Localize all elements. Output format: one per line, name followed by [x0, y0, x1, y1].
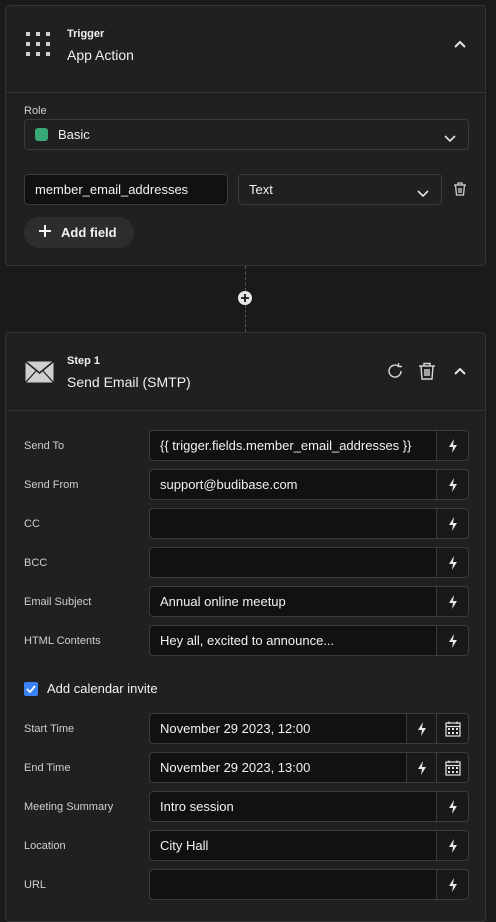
- bcc-field: [149, 547, 469, 578]
- trigger-card: Trigger App Action Role Basic member_ema…: [5, 5, 486, 266]
- trigger-header[interactable]: Trigger App Action: [6, 6, 485, 93]
- bcc-label: BCC: [24, 557, 48, 569]
- flow-connector-bottom: [245, 305, 246, 332]
- cc-label: CC: [24, 518, 40, 530]
- url-input[interactable]: [149, 869, 437, 900]
- meeting-summary-input[interactable]: Intro session: [149, 791, 437, 822]
- calendar-icon[interactable]: [437, 752, 469, 783]
- lightning-bolt-icon[interactable]: [437, 830, 469, 861]
- trigger-kicker: Trigger: [67, 28, 105, 40]
- field-type-value: Text: [249, 182, 273, 197]
- chevron-down-icon: [417, 186, 429, 201]
- role-label: Role: [24, 105, 47, 117]
- location-label: Location: [24, 840, 66, 852]
- lightning-bolt-icon[interactable]: [437, 586, 469, 617]
- html-contents-input[interactable]: Hey all, excited to announce...: [149, 625, 437, 656]
- bcc-input[interactable]: [149, 547, 437, 578]
- field-name-input[interactable]: member_email_addresses: [24, 174, 228, 205]
- email-subject-label: Email Subject: [24, 596, 92, 608]
- add-field-label: Add field: [61, 225, 117, 240]
- html-contents-field: Hey all, excited to announce...: [149, 625, 469, 656]
- add-field-button[interactable]: Add field: [24, 217, 134, 248]
- end-time-label: End Time: [24, 762, 71, 774]
- grid-dots-icon: [26, 32, 50, 63]
- calendar-invite-checkbox[interactable]: [24, 682, 38, 696]
- url-label: URL: [24, 879, 47, 891]
- calendar-icon[interactable]: [437, 713, 469, 744]
- end-time-input[interactable]: November 29 2023, 13:00: [149, 752, 407, 783]
- mail-icon: [24, 360, 55, 388]
- refresh-icon[interactable]: [383, 359, 407, 383]
- field-type-select[interactable]: Text: [238, 174, 442, 205]
- meeting-summary-label: Meeting Summary: [24, 801, 114, 813]
- lightning-bolt-icon[interactable]: [437, 547, 469, 578]
- role-select[interactable]: Basic: [24, 119, 469, 150]
- collapse-chevron-icon[interactable]: [448, 32, 472, 56]
- step-header[interactable]: Step 1 Send Email (SMTP): [6, 333, 485, 411]
- lightning-bolt-icon[interactable]: [437, 869, 469, 900]
- send-to-field: {{ trigger.fields.member_email_addresses…: [149, 430, 469, 461]
- cc-input[interactable]: [149, 508, 437, 539]
- send-from-input[interactable]: support@budibase.com: [149, 469, 437, 500]
- lightning-bolt-icon[interactable]: [407, 752, 437, 783]
- location-input[interactable]: City Hall: [149, 830, 437, 861]
- collapse-chevron-icon[interactable]: [448, 359, 472, 383]
- lightning-bolt-icon[interactable]: [437, 791, 469, 822]
- chevron-down-icon: [444, 131, 456, 146]
- url-field: [149, 869, 469, 900]
- start-time-input[interactable]: November 29 2023, 12:00: [149, 713, 407, 744]
- email-subject-field: Annual online meetup: [149, 586, 469, 617]
- start-time-label: Start Time: [24, 723, 75, 735]
- lightning-bolt-icon[interactable]: [407, 713, 437, 744]
- trigger-title: App Action: [67, 47, 134, 63]
- send-from-field: support@budibase.com: [149, 469, 469, 500]
- role-color-swatch: [35, 128, 48, 141]
- start-time-field: November 29 2023, 12:00: [149, 713, 469, 744]
- role-value: Basic: [58, 127, 90, 142]
- email-subject-input[interactable]: Annual online meetup: [149, 586, 437, 617]
- location-field: City Hall: [149, 830, 469, 861]
- lightning-bolt-icon[interactable]: [437, 469, 469, 500]
- lightning-bolt-icon[interactable]: [437, 430, 469, 461]
- trash-icon[interactable]: [415, 359, 439, 383]
- plus-icon: [39, 225, 51, 240]
- step-kicker: Step 1: [67, 355, 101, 367]
- send-to-label: Send To: [24, 440, 65, 452]
- lightning-bolt-icon[interactable]: [437, 508, 469, 539]
- calendar-invite-label: Add calendar invite: [47, 681, 158, 696]
- add-step-plus-icon[interactable]: [238, 291, 252, 305]
- step-title: Send Email (SMTP): [67, 374, 191, 390]
- trash-icon[interactable]: [454, 182, 466, 201]
- send-from-label: Send From: [24, 479, 79, 491]
- html-contents-label: HTML Contents: [24, 635, 101, 647]
- flow-connector-top: [245, 266, 246, 291]
- end-time-field: November 29 2023, 13:00: [149, 752, 469, 783]
- meeting-summary-field: Intro session: [149, 791, 469, 822]
- send-to-input[interactable]: {{ trigger.fields.member_email_addresses…: [149, 430, 437, 461]
- cc-field: [149, 508, 469, 539]
- lightning-bolt-icon[interactable]: [437, 625, 469, 656]
